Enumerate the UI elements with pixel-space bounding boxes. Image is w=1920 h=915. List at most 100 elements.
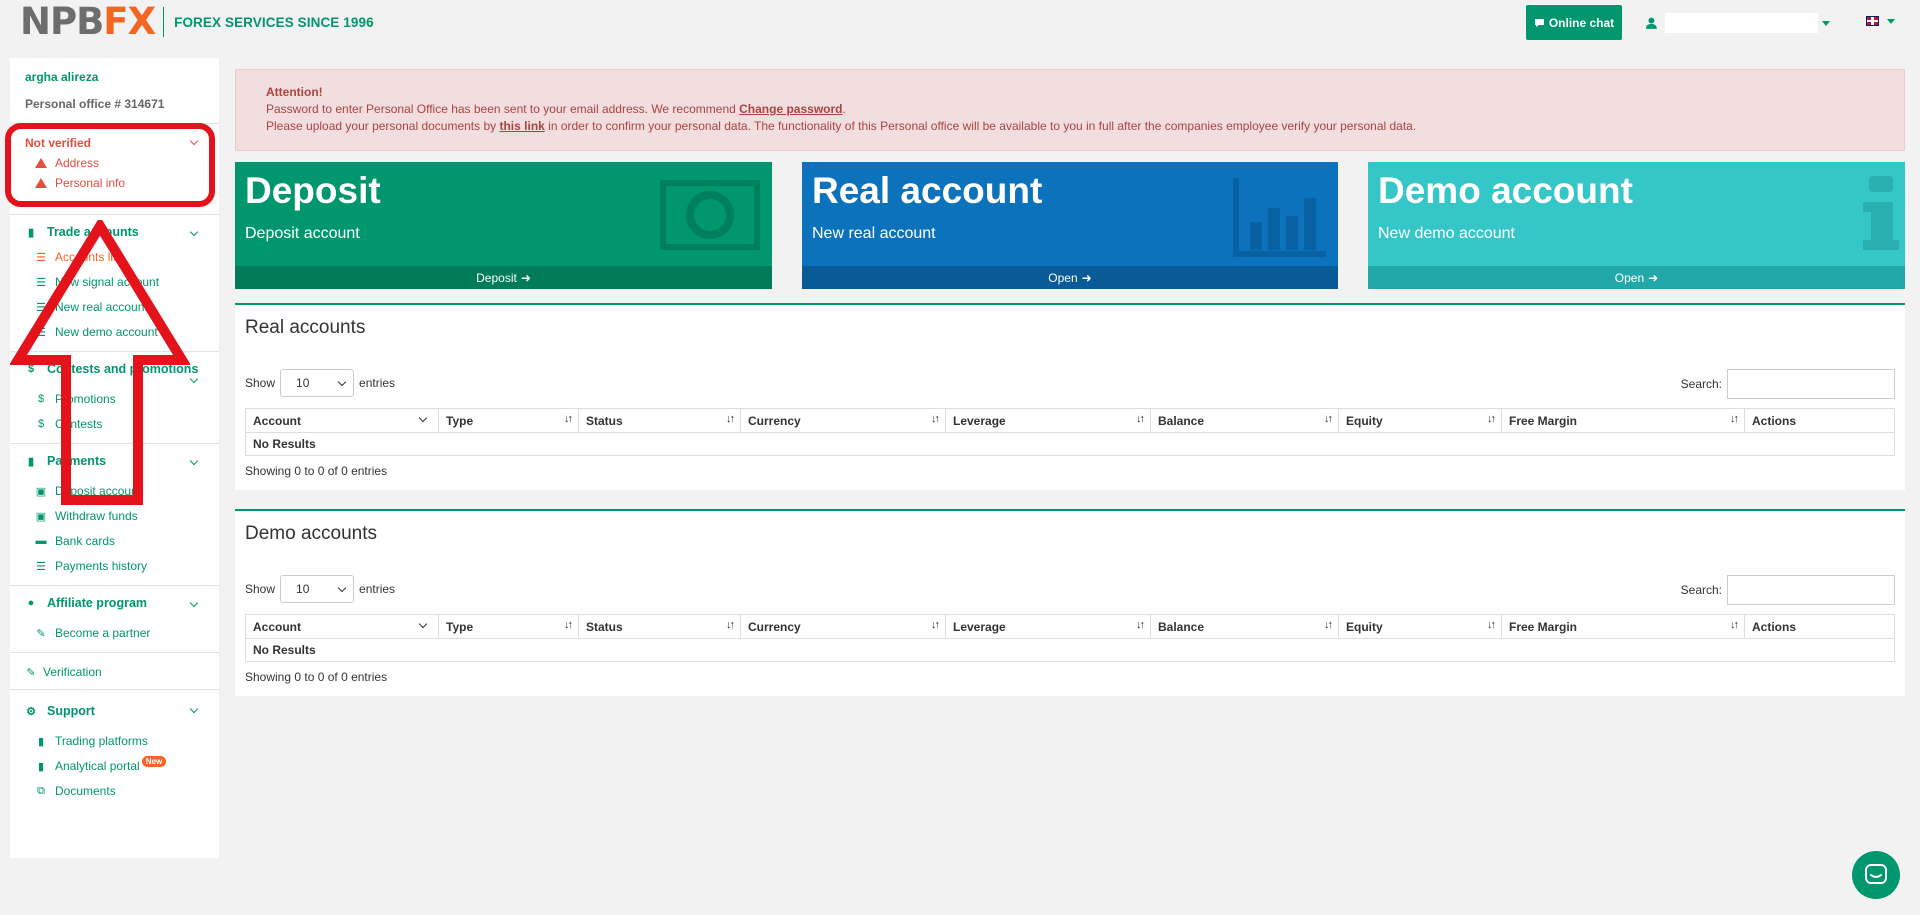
deposit-tile[interactable]: Deposit Deposit account Deposit ➜ — [235, 162, 772, 289]
edit-icon: ✎ — [36, 627, 46, 640]
attention-alert: Attention! Password to enter Personal Of… — [235, 69, 1905, 151]
sidebar-item-trading-platforms[interactable]: ▮ Trading platforms — [25, 734, 204, 748]
search-control: Search: — [1681, 369, 1895, 399]
column-header-balance[interactable]: Balance ↓↑ — [1150, 408, 1339, 433]
language-selector[interactable] — [1866, 16, 1895, 26]
tile-subtitle: New real account — [812, 225, 936, 242]
page-size-select[interactable]: 10 — [280, 575, 355, 603]
chevron-down-icon — [337, 583, 347, 592]
copy-icon: ⧉ — [37, 784, 45, 797]
column-header-currency[interactable]: Currency ↓↑ — [740, 614, 946, 639]
column-header-type[interactable]: Type ↓↑ — [438, 614, 579, 639]
panel-title: Real accounts — [245, 317, 366, 338]
tile-title: Demo account — [1378, 170, 1633, 211]
sort-icon: ↓↑ — [931, 413, 940, 425]
sort-icon: ↓↑ — [1136, 619, 1145, 631]
sort-icon: ↓↑ — [1324, 413, 1333, 425]
change-password-link[interactable]: Change password — [739, 102, 842, 116]
verification-section: ✎ Verification — [10, 653, 219, 689]
tile-title: Real account — [812, 170, 1043, 211]
column-header-equity[interactable]: Equity ↓↑ — [1338, 614, 1502, 639]
user-name-box — [1664, 13, 1818, 33]
column-header-type[interactable]: Type ↓↑ — [438, 408, 579, 433]
alert-title: Attention! — [266, 85, 323, 99]
sort-icon: ↓↑ — [931, 619, 940, 631]
info-icon — [1863, 176, 1899, 250]
sort-icon: ↓↑ — [1730, 413, 1739, 425]
column-header-currency[interactable]: Currency ↓↑ — [740, 408, 946, 433]
deposit-button[interactable]: Deposit ➜ — [235, 266, 772, 289]
page-size-select[interactable]: 10 — [280, 369, 355, 397]
bar-chart-icon — [1233, 178, 1326, 257]
sort-icon: ↓↑ — [564, 619, 573, 631]
money-icon — [660, 180, 760, 250]
column-header-free-margin[interactable]: Free Margin ↓↑ — [1501, 614, 1745, 639]
sidebar-item-analytical-portal[interactable]: ▮ Analytical portal New — [25, 755, 204, 773]
sidebar-item-become-partner[interactable]: ✎ Become a partner — [25, 626, 204, 640]
signal-icon: ▮ — [37, 735, 45, 748]
edit-icon: ✎ — [26, 666, 36, 679]
real-account-tile[interactable]: Real account New real account Open ➜ — [802, 162, 1338, 289]
online-chat-button[interactable]: Online chat — [1526, 5, 1622, 40]
sort-icon: ↓↑ — [726, 619, 735, 631]
arrow-circle-right-icon: ➜ — [1648, 270, 1659, 285]
user-menu[interactable] — [1646, 13, 1830, 33]
open-demo-account-button[interactable]: Open ➜ — [1368, 266, 1905, 289]
column-header-leverage[interactable]: Leverage ↓↑ — [945, 408, 1151, 433]
no-results: No Results — [245, 638, 1895, 662]
open-real-account-button[interactable]: Open ➜ — [802, 266, 1338, 289]
column-header-status[interactable]: Status ↓↑ — [578, 614, 741, 639]
sidebar-item-withdraw-funds[interactable]: ▣ Withdraw funds — [25, 509, 204, 523]
tile-subtitle: Deposit account — [245, 225, 360, 242]
affiliate-header[interactable]: ● Affiliate program — [25, 596, 204, 610]
sort-desc-icon — [418, 413, 428, 423]
demo-accounts-table: Account Type ↓↑ Status ↓↑ Currency ↓↑ Lever… — [245, 614, 1895, 662]
logo-divider — [163, 7, 165, 37]
sidebar-item-payments-history[interactable]: ☰ Payments history — [25, 559, 204, 573]
tile-subtitle: New demo account — [1378, 225, 1515, 242]
sort-icon: ↓↑ — [1324, 619, 1333, 631]
demo-account-tile[interactable]: Demo account New demo account Open ➜ — [1368, 162, 1905, 289]
chevron-down-icon — [1887, 18, 1895, 24]
column-header-account[interactable]: Account — [245, 408, 439, 433]
money-icon: ▣ — [35, 510, 47, 523]
column-header-balance[interactable]: Balance ↓↑ — [1150, 614, 1339, 639]
online-chat-label: Online chat — [1548, 15, 1615, 30]
logo[interactable]: NPBFX FOREX SERVICES SINCE 1996 — [20, 3, 374, 41]
sort-desc-icon — [418, 619, 428, 629]
support-header[interactable]: ⚙ Support — [25, 704, 204, 718]
list-icon: ☰ — [36, 560, 46, 573]
sidebar-item-bank-cards[interactable]: ▬ Bank cards — [25, 534, 204, 548]
upload-documents-link[interactable]: this link — [499, 119, 544, 133]
alert-line-2: Please upload your personal documents by… — [266, 119, 1417, 133]
chevron-down-icon — [337, 377, 347, 386]
sort-icon: ↓↑ — [564, 413, 573, 425]
no-results: No Results — [245, 432, 1895, 456]
column-header-equity[interactable]: Equity ↓↑ — [1338, 408, 1502, 433]
column-header-free-margin[interactable]: Free Margin ↓↑ — [1501, 408, 1745, 433]
annotation-highlight-box — [5, 123, 215, 207]
new-badge: New — [141, 755, 167, 767]
logo-text: NPBFX — [20, 0, 156, 43]
top-bar: NPBFX FOREX SERVICES SINCE 1996 Online c… — [0, 0, 1920, 46]
sort-icon: ↓↑ — [1136, 413, 1145, 425]
sort-icon: ↓↑ — [726, 413, 735, 425]
sidebar-item-documents[interactable]: ⧉ Documents — [25, 784, 204, 798]
search-input[interactable] — [1727, 369, 1895, 399]
column-header-leverage[interactable]: Leverage ↓↑ — [945, 614, 1151, 639]
sort-icon: ↓↑ — [1730, 619, 1739, 631]
arrow-circle-right-icon: ➜ — [1081, 270, 1092, 285]
column-header-status[interactable]: Status ↓↑ — [578, 408, 741, 433]
alert-line-1: Password to enter Personal Office has be… — [266, 102, 846, 116]
column-header-account[interactable]: Account — [245, 614, 439, 639]
chat-widget-button[interactable] — [1852, 851, 1900, 899]
search-input[interactable] — [1727, 575, 1895, 605]
tile-title: Deposit — [245, 170, 381, 211]
chat-icon — [1534, 18, 1544, 27]
column-header-actions: Actions — [1744, 408, 1895, 433]
sort-icon: ↓↑ — [1487, 413, 1496, 425]
user-name[interactable]: argha alireza — [25, 70, 204, 84]
table-info: Showing 0 to 0 of 0 entries — [245, 464, 388, 478]
sidebar-item-verification[interactable]: ✎ Verification — [25, 665, 204, 679]
real-accounts-panel: Real accounts Show 10 entries Search: Ac… — [235, 303, 1905, 490]
